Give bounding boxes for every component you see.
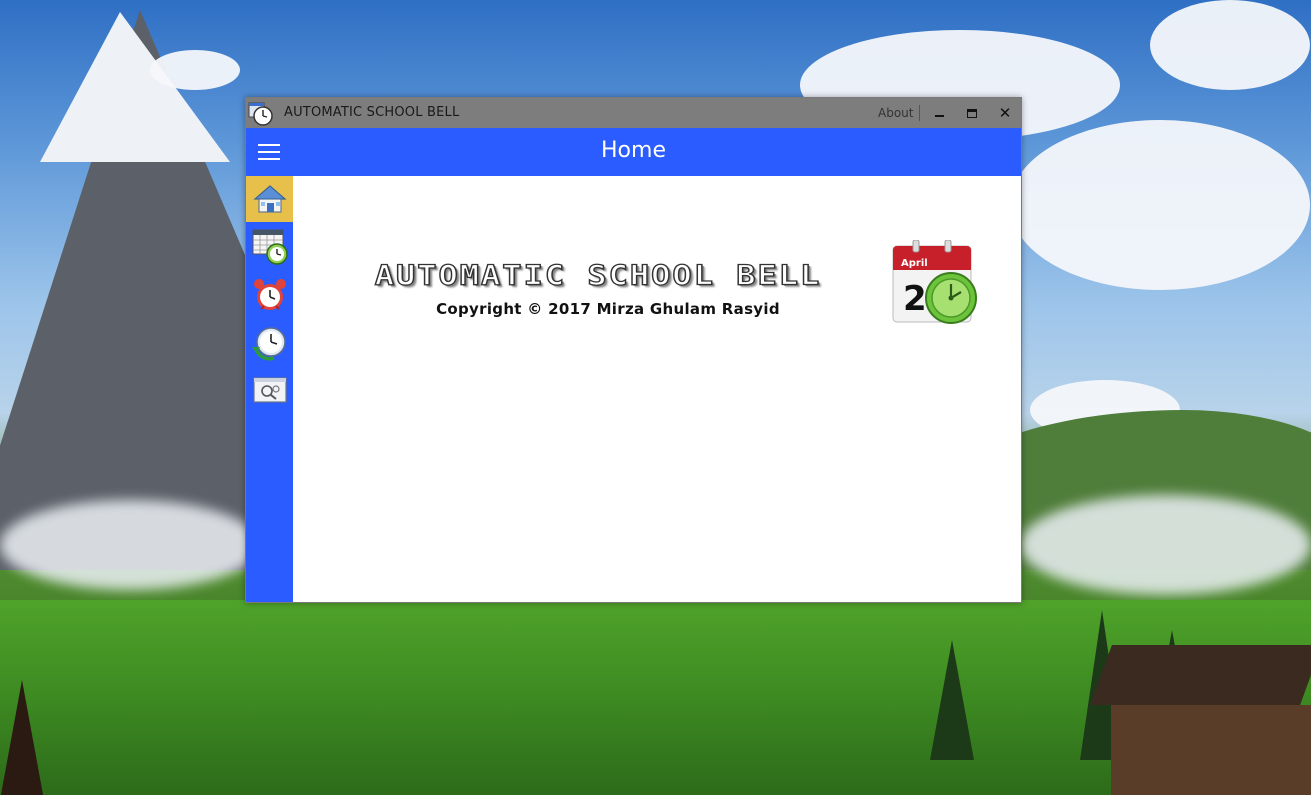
home-icon bbox=[252, 185, 287, 213]
tree bbox=[930, 640, 974, 760]
copyright-text: Copyright © 2017 Mirza Ghulam Rasyid bbox=[436, 300, 780, 318]
mist bbox=[0, 500, 260, 590]
chalet-wall bbox=[1111, 705, 1311, 795]
sidebar-item-settings[interactable] bbox=[246, 368, 293, 414]
titlebar-divider bbox=[919, 105, 920, 121]
window-title: AUTOMATIC SCHOOL BELL bbox=[284, 105, 460, 120]
minimize-icon bbox=[934, 115, 944, 117]
app-logo-text: AUTOMATIC SCHOOL BELL bbox=[374, 258, 822, 292]
about-link[interactable]: About bbox=[878, 106, 913, 120]
main-content: AUTOMATIC SCHOOL BELL Copyright © 2017 M… bbox=[293, 176, 1021, 602]
chalet-roof bbox=[1090, 645, 1311, 705]
app-window: AUTOMATIC SCHOOL BELL About ✕ Home AUTOM… bbox=[245, 97, 1022, 603]
minimize-button[interactable] bbox=[928, 102, 950, 124]
cloud bbox=[150, 50, 240, 90]
calendar-day: 2 bbox=[903, 279, 927, 319]
tree bbox=[0, 680, 44, 795]
sidebar-item-time-sync[interactable] bbox=[246, 320, 293, 366]
mist bbox=[1020, 495, 1311, 595]
sidebar-item-schedule[interactable] bbox=[246, 224, 293, 270]
calendar-clock-icon bbox=[252, 229, 288, 265]
clock-refresh-icon bbox=[251, 327, 286, 361]
calendar-clock-logo-icon: April 2 bbox=[892, 240, 977, 324]
app-header: Home bbox=[246, 128, 1021, 176]
sidebar-item-home[interactable] bbox=[246, 176, 293, 222]
close-button[interactable]: ✕ bbox=[994, 102, 1016, 124]
page-title: Home bbox=[601, 138, 666, 163]
cloud bbox=[1150, 0, 1310, 90]
sidebar-item-alarm[interactable] bbox=[246, 272, 293, 318]
sidebar bbox=[246, 176, 293, 602]
app-clock-icon bbox=[248, 102, 273, 126]
cloud bbox=[1010, 120, 1310, 290]
maximize-button[interactable] bbox=[961, 102, 983, 124]
alarm-clock-icon bbox=[253, 279, 286, 310]
calendar-month: April bbox=[901, 258, 928, 269]
title-bar[interactable]: AUTOMATIC SCHOOL BELL About ✕ bbox=[246, 98, 1021, 128]
maximize-icon bbox=[967, 108, 977, 118]
search-settings-icon bbox=[252, 377, 287, 403]
